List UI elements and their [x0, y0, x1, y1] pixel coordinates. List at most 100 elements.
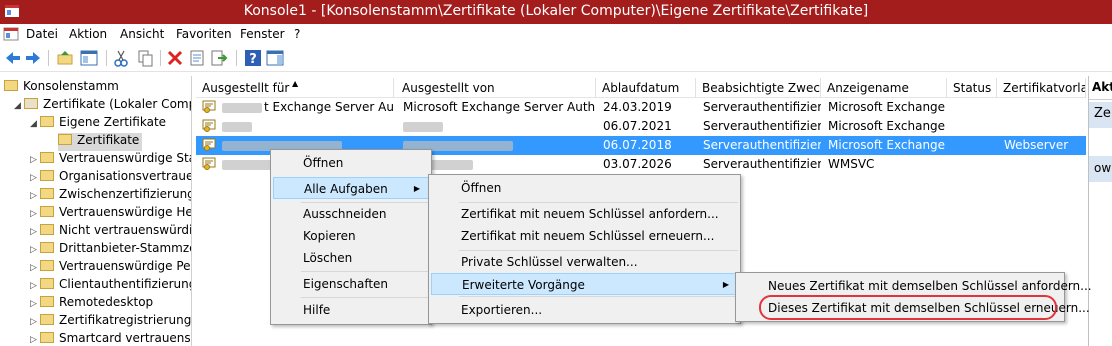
chevron-right-icon[interactable]: ▷: [30, 299, 40, 309]
folder-icon: [40, 260, 54, 271]
tree-store-item[interactable]: ▷Smartcard vertrauenswü: [30, 331, 191, 346]
tree-store-item[interactable]: ▷Vertrauenswürdige Stam: [30, 151, 191, 169]
tree-store-item[interactable]: ▷ Clientauthentifizierungs: [30, 277, 191, 295]
cell-name: Microsoft Exchange: [828, 138, 946, 152]
submenu-arrow-icon: ▶: [722, 280, 729, 289]
tree-personal[interactable]: ◢ Eigene Zertifikate: [30, 115, 166, 133]
back-icon[interactable]: [4, 49, 22, 67]
tree-store-item[interactable]: ▷ Remotedesktop: [30, 295, 153, 313]
tree-store-item[interactable]: ▷Vertrauenswürdige Perso: [30, 259, 191, 277]
properties-icon[interactable]: [188, 49, 206, 67]
actions-section-certificates[interactable]: Ze: [1089, 102, 1112, 128]
chevron-right-icon[interactable]: ▷: [30, 155, 40, 165]
folder-icon: [40, 332, 54, 343]
delete-icon[interactable]: [166, 49, 184, 67]
context-menu: Öffnen Alle Aufgaben ▶ Ausschneiden Kopie…: [270, 149, 432, 325]
submenu-open[interactable]: Öffnen: [431, 177, 738, 199]
col-friendly-name[interactable]: Anzeigename: [821, 78, 947, 98]
cell-name: WMSVC: [828, 157, 875, 171]
col-template[interactable]: Zertifikatvorlag: [997, 78, 1086, 98]
list-header: Ausgestellt für ▲ Ausgestellt von Ablaufd…: [196, 76, 1086, 98]
show-hide-tree-icon[interactable]: [80, 49, 98, 67]
folder-icon: [40, 296, 54, 307]
redacted-text: [222, 103, 262, 113]
advanced-operations-item[interactable]: Erweiterte Vorgänge ▶: [431, 273, 738, 295]
tree-store-item[interactable]: ▷ Drittanbieter-Stammzert: [30, 241, 191, 259]
chevron-right-icon[interactable]: ▷: [30, 263, 40, 273]
console-icon[interactable]: [3, 26, 19, 42]
menu-separator: [301, 297, 429, 298]
sort-up-icon: ▲: [292, 79, 299, 88]
folder-icon: [40, 242, 54, 253]
tree-store-item[interactable]: ▷ Zertifikatregistrierungsa: [30, 313, 191, 331]
menu-fenster[interactable]: Fenster: [240, 27, 285, 41]
chevron-right-icon[interactable]: ▷: [30, 317, 40, 327]
tree-store-item[interactable]: ▷Nicht vertrauenswürdige: [30, 223, 191, 241]
cell-name: Microsoft Exchange...: [828, 100, 946, 114]
menu-cut[interactable]: Ausschneiden: [273, 203, 429, 225]
toolbar: ?: [0, 44, 1112, 72]
up-folder-icon[interactable]: [56, 49, 74, 67]
chevron-right-icon[interactable]: ▷: [30, 335, 40, 345]
chevron-right-icon[interactable]: ▷: [30, 191, 40, 201]
col-issued-to[interactable]: Ausgestellt für ▲: [196, 78, 394, 98]
cell-purpose: Serverauthentifizier...: [703, 157, 821, 171]
tree-store-item[interactable]: ▷ Organisationsvertrauen: [30, 169, 191, 187]
cut-icon[interactable]: [112, 49, 130, 67]
menu-aktion[interactable]: Aktion: [69, 27, 107, 41]
menu-favoriten[interactable]: Favoriten: [176, 27, 232, 41]
table-row[interactable]: 06.07.2021 Serverauthentifizier... Microso…: [196, 117, 1086, 136]
folder-icon: [58, 134, 72, 145]
table-row[interactable]: t Exchange Server Aut... Microsoft Exchan…: [196, 98, 1086, 117]
renew-new-key-item[interactable]: Zertifikat mit neuem Schlüssel erneuern.…: [431, 225, 738, 247]
chevron-expanded-icon[interactable]: ◢: [14, 101, 24, 111]
menu-delete[interactable]: Löschen: [273, 247, 429, 269]
certificate-icon: [202, 119, 216, 132]
chevron-right-icon[interactable]: ▷: [30, 173, 40, 183]
cell-name: Microsoft Exchange: [828, 119, 946, 133]
folder-icon: [40, 170, 54, 181]
export-item[interactable]: Exportieren...: [431, 299, 738, 321]
request-same-key-item[interactable]: Neues Zertifikat mit demselben Schlüssel…: [738, 275, 1092, 297]
chevron-right-icon[interactable]: ▷: [30, 227, 40, 237]
tree-root[interactable]: Konsolenstamm: [4, 79, 119, 97]
redacted-text: [403, 122, 443, 132]
copy-icon[interactable]: [136, 49, 154, 67]
menu-all-tasks[interactable]: Alle Aufgaben ▶: [273, 177, 429, 199]
tree-certificates-selected[interactable]: Zertifikate: [58, 133, 143, 151]
cell-for: t Exchange Server Aut...: [264, 100, 394, 114]
col-purpose[interactable]: Beabsichtigte Zwec...: [696, 78, 821, 98]
tree-store-item[interactable]: ▷Zwischenzertifizierungss: [30, 187, 191, 205]
title-bar: Konsole1 - [Konsolenstamm\Zertifikate (L…: [0, 0, 1112, 24]
svg-text:?: ?: [249, 52, 257, 67]
menu-help[interactable]: Hilfe: [273, 299, 429, 321]
chevron-right-icon[interactable]: ▷: [30, 245, 40, 255]
col-status[interactable]: Status: [947, 78, 997, 98]
folder-icon: [40, 278, 54, 289]
menu-open[interactable]: Öffnen: [273, 152, 429, 174]
cell-purpose: Serverauthentifizier...: [703, 119, 821, 133]
cell-exp: 06.07.2018: [603, 138, 672, 152]
menu-help[interactable]: ?: [294, 27, 300, 41]
request-new-key-item[interactable]: Zertifikat mit neuem Schlüssel anfordern…: [431, 203, 738, 225]
chevron-right-icon[interactable]: ▷: [30, 281, 40, 291]
console-tree: Konsolenstamm ◢ Zertifikate (Lokaler Comp…: [0, 76, 192, 346]
toolbar-separator: [48, 50, 49, 66]
chevron-right-icon[interactable]: ▷: [30, 209, 40, 219]
show-action-pane-icon[interactable]: [266, 49, 284, 67]
actions-pane: Akt Ze ow: [1088, 76, 1112, 346]
tree-store-item[interactable]: ▷ Vertrauenswürdige Hera: [30, 205, 191, 223]
export-list-icon[interactable]: [210, 49, 228, 67]
tree-certificates-store[interactable]: ◢ Zertifikate (Lokaler Comput: [14, 97, 191, 115]
menu-ansicht[interactable]: Ansicht: [120, 27, 164, 41]
col-expiry[interactable]: Ablaufdatum: [596, 78, 696, 98]
manage-private-keys-item[interactable]: Private Schlüssel verwalten...: [431, 251, 738, 273]
actions-section-selected[interactable]: ow: [1089, 156, 1112, 182]
chevron-expanded-icon[interactable]: ◢: [30, 119, 40, 129]
menu-datei[interactable]: Datei: [26, 27, 58, 41]
forward-icon[interactable]: [24, 49, 42, 67]
menu-properties[interactable]: Eigenschaften: [273, 273, 429, 295]
menu-copy[interactable]: Kopieren: [273, 225, 429, 247]
help-icon[interactable]: ?: [244, 49, 262, 67]
col-issued-by[interactable]: Ausgestellt von: [396, 78, 596, 98]
